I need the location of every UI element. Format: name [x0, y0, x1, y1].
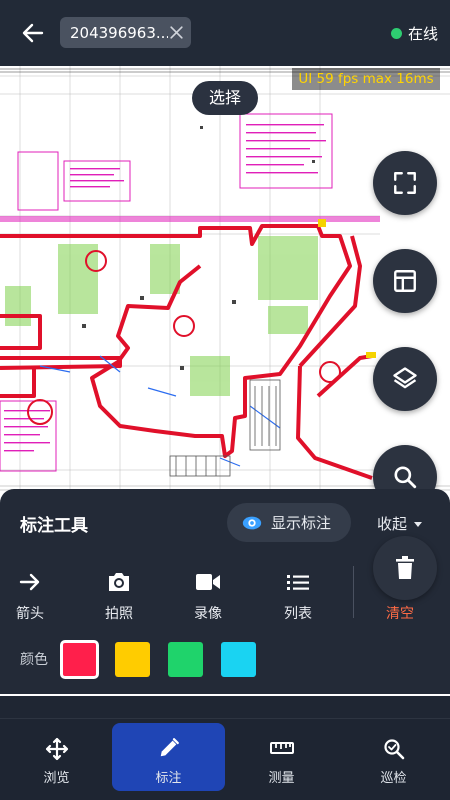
search-icon [394, 466, 417, 489]
nav-inspect[interactable]: 巡检 [337, 719, 450, 800]
eye-icon [242, 516, 262, 529]
status-text: 在线 [407, 25, 438, 43]
color-swatch-yellow[interactable] [115, 641, 150, 677]
arrow-tool-label: 箭头 [16, 606, 44, 622]
layout-button[interactable] [373, 249, 437, 313]
show-annotations-toggle[interactable]: 显示标注 [227, 503, 351, 542]
video-icon [196, 574, 220, 590]
delete-button[interactable] [373, 536, 437, 600]
ruler-icon [269, 742, 294, 754]
fullscreen-icon [394, 172, 416, 194]
layers-button[interactable] [373, 347, 437, 411]
document-name: 204396963... [70, 23, 168, 42]
list-tool[interactable]: 列表 [268, 569, 328, 623]
select-mode-pill[interactable]: 选择 [192, 81, 258, 115]
collapse-button[interactable]: 收起 [377, 513, 423, 534]
status-dot [390, 28, 402, 39]
arrow-tool[interactable]: 箭头 [0, 569, 60, 623]
list-tool-label: 列表 [284, 606, 312, 622]
nav-inspect-label: 巡检 [380, 771, 407, 786]
color-label: 颜色 [20, 652, 48, 668]
nav-browse[interactable]: 浏览 [0, 719, 113, 800]
fullscreen-button[interactable] [373, 151, 437, 215]
camera-icon [109, 573, 129, 591]
color-picker: 颜色 [20, 639, 274, 679]
color-swatch-red[interactable] [60, 639, 99, 679]
layout-icon [394, 270, 416, 292]
document-tab[interactable]: 204396963... [60, 17, 191, 48]
nav-annotate[interactable]: 标注 [112, 719, 225, 800]
nav-browse-label: 浏览 [43, 771, 70, 786]
nav-measure-label: 测量 [268, 771, 295, 786]
fps-counter: UI 59 fps max 16ms [292, 68, 440, 90]
bottom-nav: 浏览 标注 测量 巡检 [0, 718, 450, 800]
color-swatch-cyan[interactable] [221, 641, 256, 677]
back-button[interactable] [16, 16, 50, 50]
nav-annotate-label: 标注 [155, 771, 182, 786]
photo-tool-label: 拍照 [105, 606, 133, 622]
clear-tool[interactable]: 清空 [370, 536, 437, 623]
video-tool[interactable]: 录像 [178, 569, 238, 623]
arrow-right-icon [19, 573, 40, 591]
caret-down-icon [414, 521, 423, 527]
pencil-icon [160, 738, 179, 757]
tool-divider [353, 566, 354, 618]
trash-icon [396, 556, 414, 579]
connection-status: 在线 [390, 23, 438, 44]
nav-measure[interactable]: 测量 [225, 719, 338, 800]
top-bar: 204396963... 在线 [0, 0, 450, 66]
photo-tool[interactable]: 拍照 [89, 569, 149, 623]
inspect-icon [383, 739, 404, 760]
list-icon [287, 575, 309, 590]
show-annotations-label: 显示标注 [271, 514, 332, 532]
close-icon[interactable] [168, 24, 185, 41]
collapse-label: 收起 [377, 515, 408, 533]
layers-icon [393, 367, 417, 389]
panel-title: 标注工具 [20, 516, 88, 536]
annotation-panel: 标注工具 显示标注 收起 箭头 拍照 录像 列表 清空 颜色 [0, 489, 450, 694]
clear-tool-label: 清空 [386, 606, 414, 622]
move-icon [45, 737, 68, 761]
color-swatch-green[interactable] [168, 641, 203, 677]
arrow-left-icon [22, 23, 44, 43]
video-tool-label: 录像 [194, 606, 222, 622]
